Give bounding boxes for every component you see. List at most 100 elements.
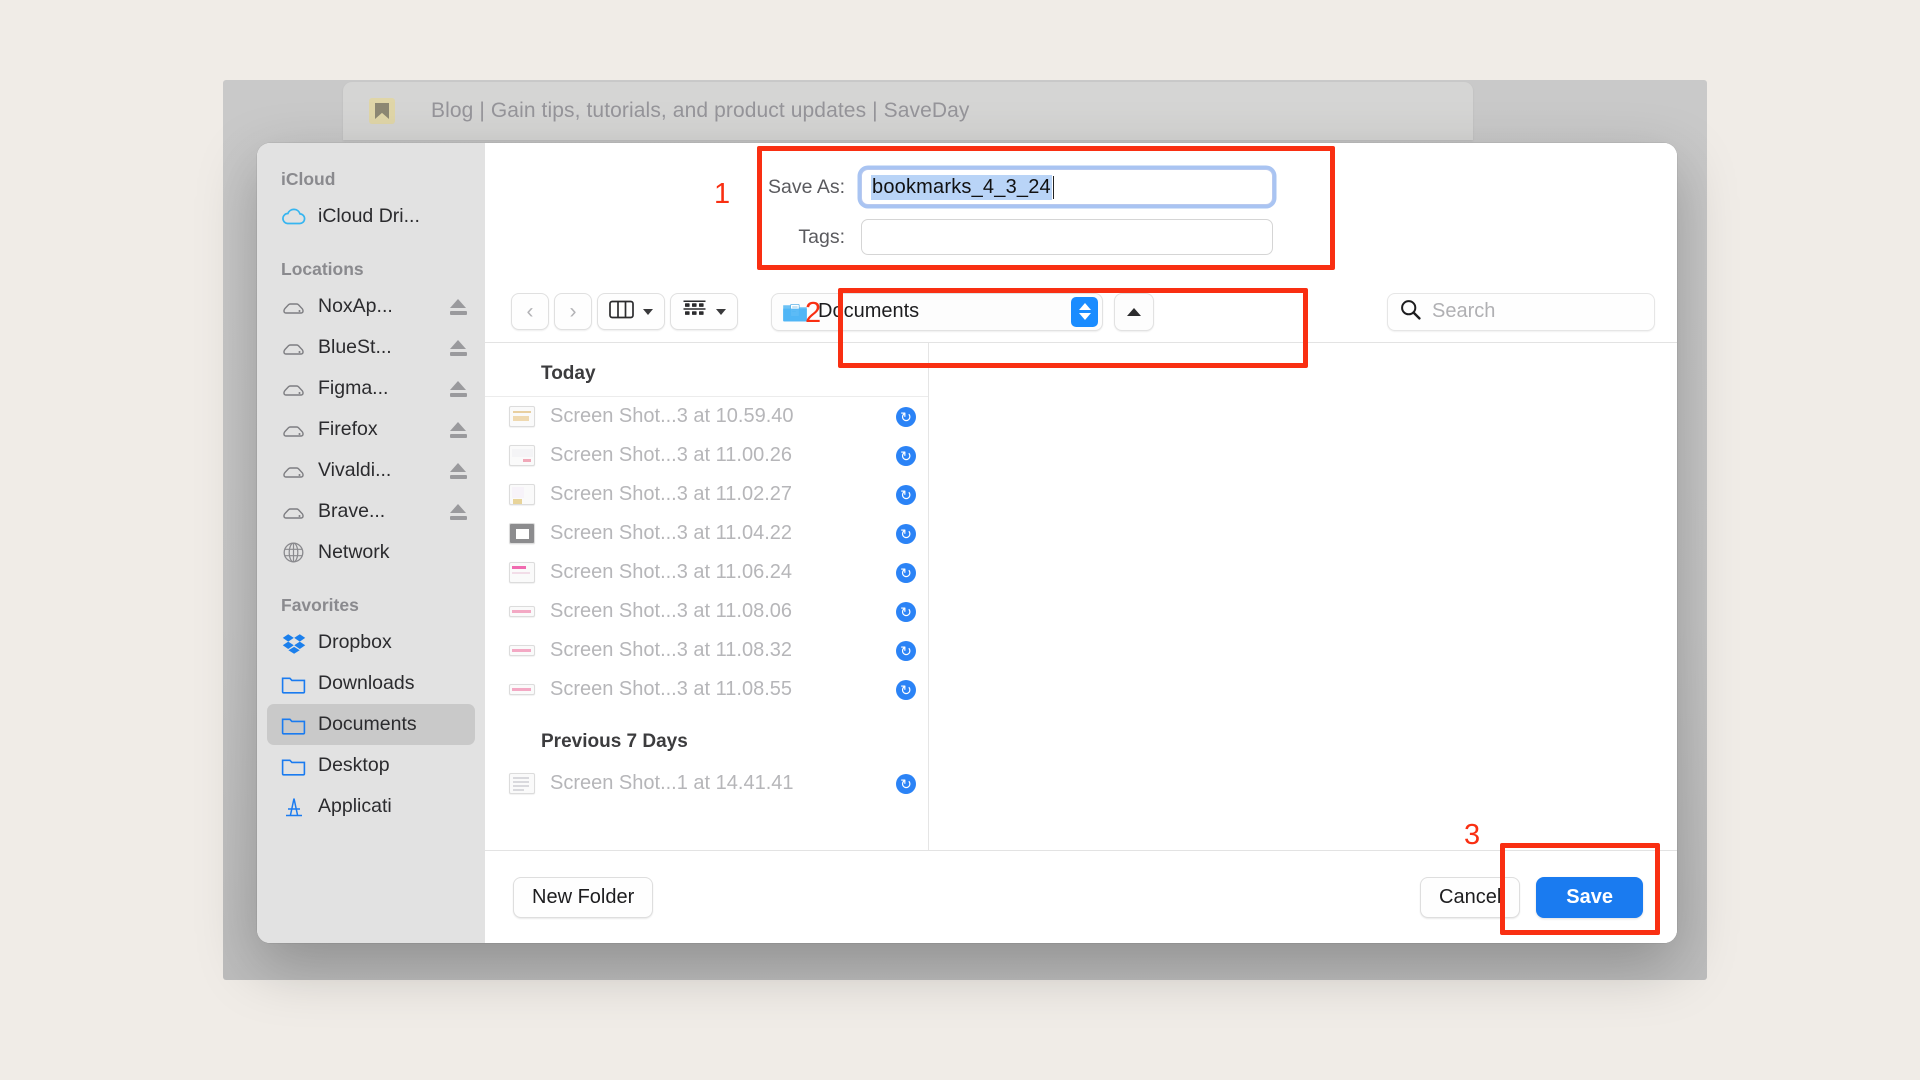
eject-icon[interactable]	[450, 380, 467, 397]
dialog-footer: New Folder Cancel Save	[485, 851, 1677, 943]
file-thumbnail-icon	[509, 773, 535, 794]
file-name: Screen Shot...3 at 10.59.40	[550, 405, 794, 427]
text-caret	[1052, 175, 1055, 199]
file-column[interactable]: Today Screen Shot...3 at 10.59.40 ↻ Scre…	[485, 343, 929, 850]
list-item[interactable]: Screen Shot...3 at 11.06.24 ↻	[485, 553, 928, 592]
preview-column	[929, 343, 1677, 850]
back-button[interactable]: ‹	[511, 293, 549, 330]
icloud-sync-icon: ↻	[896, 601, 916, 622]
filename-input[interactable]: bookmarks_4_3_24	[861, 169, 1273, 205]
icloud-sync-icon: ↻	[896, 640, 916, 661]
sidebar-item-label: Network	[318, 541, 390, 563]
location-label: Documents	[818, 300, 920, 322]
group-by-button[interactable]	[670, 293, 738, 330]
folder-icon	[281, 753, 306, 778]
chevron-left-icon: ‹	[526, 300, 534, 323]
sidebar-group-title: iCloud	[281, 169, 336, 189]
annotation-number-3: 3	[1464, 819, 1481, 851]
file-thumbnail-icon	[509, 645, 535, 656]
eject-icon[interactable]	[450, 339, 467, 356]
sidebar-item-desktop[interactable]: Desktop	[267, 745, 475, 786]
sidebar-item-documents[interactable]: Documents	[267, 704, 475, 745]
disk-icon	[281, 294, 306, 319]
save-button[interactable]: Save	[1536, 876, 1643, 918]
sidebar-item-dropbox[interactable]: Dropbox	[267, 622, 475, 663]
list-item[interactable]: Screen Shot...3 at 11.02.27 ↻	[485, 475, 928, 514]
list-item[interactable]: Screen Shot...3 at 11.00.26 ↻	[485, 436, 928, 475]
file-thumbnail-icon	[509, 445, 535, 466]
sidebar-item-bluestacks[interactable]: BlueSt...	[267, 327, 475, 368]
chevron-up-down-icon[interactable]	[1071, 296, 1098, 327]
icloud-sync-icon: ↻	[896, 523, 916, 544]
disk-icon	[281, 458, 306, 483]
file-browser: Today Screen Shot...3 at 10.59.40 ↻ Scre…	[485, 343, 1677, 851]
search-placeholder: Search	[1432, 300, 1496, 322]
sidebar-group-title: Favorites	[281, 595, 359, 615]
icloud-sync-icon: ↻	[896, 773, 916, 794]
collapse-button[interactable]	[1114, 292, 1154, 331]
sidebar-item-label: iCloud Dri...	[318, 205, 420, 227]
eject-icon[interactable]	[450, 462, 467, 479]
sidebar-item-figma[interactable]: Figma...	[267, 368, 475, 409]
disk-icon	[281, 335, 306, 360]
globe-icon	[281, 540, 306, 565]
browser-tab[interactable]: Blog | Gain tips, tutorials, and product…	[343, 82, 1473, 140]
sidebar-item-label: Figma...	[318, 377, 389, 399]
disk-icon	[281, 376, 306, 401]
browser-tab-title: Blog | Gain tips, tutorials, and product…	[431, 99, 970, 122]
sidebar-item-vivaldi[interactable]: Vivaldi...	[267, 450, 475, 491]
folder-icon	[281, 712, 306, 737]
chevron-right-icon: ›	[569, 300, 577, 323]
file-group-header: Today	[541, 363, 596, 384]
file-thumbnail-icon	[509, 684, 535, 695]
eject-icon[interactable]	[450, 298, 467, 315]
list-item[interactable]: Screen Shot...3 at 11.04.22 ↻	[485, 514, 928, 553]
dropbox-icon	[281, 630, 306, 655]
sidebar-item-label: Firefox	[318, 418, 378, 440]
sidebar-item-label: BlueSt...	[318, 336, 392, 358]
dialog-content: Save As: bookmarks_4_3_24 Tags: ‹ › Docu…	[485, 143, 1677, 943]
view-mode-button[interactable]	[597, 293, 665, 330]
chevron-down-icon	[716, 308, 726, 315]
search-icon	[1400, 299, 1432, 325]
path-controls: Documents	[771, 292, 1154, 331]
save-as-row: Save As: bookmarks_4_3_24	[485, 169, 1677, 205]
list-item[interactable]: Screen Shot...3 at 11.08.06 ↻	[485, 592, 928, 631]
sidebar-item-applications[interactable]: Applicati	[267, 786, 475, 827]
file-thumbnail-icon	[509, 406, 535, 427]
new-folder-button[interactable]: New Folder	[513, 876, 654, 918]
save-form: Save As: bookmarks_4_3_24 Tags:	[485, 143, 1677, 281]
cancel-button[interactable]: Cancel	[1420, 876, 1521, 918]
list-item[interactable]: Screen Shot...3 at 10.59.40 ↻	[485, 397, 928, 436]
sidebar-item-downloads[interactable]: Downloads	[267, 663, 475, 704]
sidebar-item-noxapp[interactable]: NoxAp...	[267, 286, 475, 327]
icloud-sync-icon: ↻	[896, 445, 916, 466]
sidebar-item-icloud-drive[interactable]: iCloud Dri...	[267, 196, 475, 237]
disk-icon	[281, 499, 306, 524]
list-item[interactable]: Screen Shot...3 at 11.08.32 ↻	[485, 631, 928, 670]
navigation-toolbar: ‹ › Documents Search	[485, 281, 1677, 343]
sidebar-item-label: Documents	[318, 713, 417, 735]
icloud-sync-icon: ↻	[896, 562, 916, 583]
sidebar-item-firefox[interactable]: Firefox	[267, 409, 475, 450]
filename-value: bookmarks_4_3_24	[871, 174, 1052, 200]
chevron-down-icon	[643, 308, 653, 315]
sidebar-item-brave[interactable]: Brave...	[267, 491, 475, 532]
sidebar-group-locations: Locations NoxAp... BlueSt... Figma... Fi…	[257, 259, 485, 573]
forward-button[interactable]: ›	[554, 293, 592, 330]
sidebar[interactable]: iCloud iCloud Dri... Locations NoxAp...	[257, 143, 485, 943]
list-item[interactable]: Screen Shot...1 at 14.41.41 ↻	[485, 764, 928, 803]
eject-icon[interactable]	[450, 503, 467, 520]
tags-input[interactable]	[861, 219, 1273, 255]
icloud-sync-icon: ↻	[896, 679, 916, 700]
annotation-number-1: 1	[714, 178, 731, 210]
file-thumbnail-icon	[509, 606, 535, 617]
sidebar-item-label: Desktop	[318, 754, 390, 776]
search-input[interactable]: Search	[1387, 292, 1655, 331]
sidebar-item-network[interactable]: Network	[267, 532, 475, 573]
file-name: Screen Shot...3 at 11.08.06	[550, 600, 793, 622]
eject-icon[interactable]	[450, 421, 467, 438]
sidebar-item-label: Applicati	[318, 795, 392, 817]
file-name: Screen Shot...3 at 11.00.26	[550, 444, 793, 466]
list-item[interactable]: Screen Shot...3 at 11.08.55 ↻	[485, 670, 928, 709]
